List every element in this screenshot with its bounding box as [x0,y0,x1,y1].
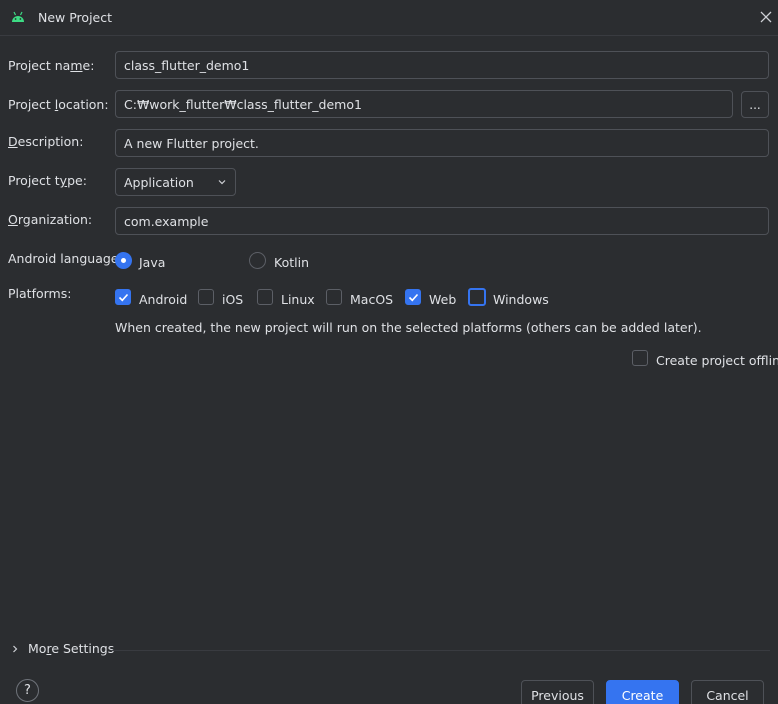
help-icon: ? [24,683,31,698]
project-location-label: Project location: [8,97,109,112]
cancel-button[interactable]: Cancel [691,680,764,704]
kotlin-radio[interactable] [249,252,266,269]
kotlin-label: Kotlin [274,255,309,270]
linux-checkbox[interactable] [257,289,273,305]
more-settings-label: More Settings [28,641,115,656]
check-icon [118,293,129,302]
platforms-label: Platforms: [8,286,72,301]
previous-button[interactable]: Previous [521,680,594,704]
more-settings-toggle[interactable]: More Settings [10,641,114,656]
macos-platform-label: MacOS [350,292,394,307]
window-title: New Project [38,10,113,25]
android-language-label: Android language: [8,251,123,266]
project-name-input[interactable]: class_flutter_demo1 [115,51,769,79]
project-type-label: Project type: [8,173,87,188]
title-bar: New Project [0,0,778,36]
macos-checkbox[interactable] [326,289,342,305]
java-label: Java [139,255,166,270]
windows-checkbox[interactable] [468,288,486,306]
project-type-select[interactable]: Application [115,168,236,196]
chevron-down-icon [218,180,226,185]
web-platform-label: Web [429,292,457,307]
description-label: Description: [8,134,84,149]
close-icon[interactable] [758,9,774,25]
android-icon [12,11,24,22]
help-button[interactable]: ? [16,679,39,702]
organization-input[interactable]: com.example [115,207,769,235]
ios-platform-label: iOS [222,292,244,307]
java-radio[interactable] [115,252,132,269]
linux-platform-label: Linux [281,292,315,307]
create-offline-label: Create project offline [656,353,778,368]
divider [112,650,770,651]
browse-location-button[interactable]: ... [741,91,769,118]
windows-platform-label: Windows [493,292,549,307]
create-button[interactable]: Create [606,680,679,704]
project-location-input[interactable]: C:₩work_flutter₩class_flutter_demo1 [115,90,733,118]
chevron-right-icon [13,645,18,652]
check-icon [408,293,419,302]
organization-label: Organization: [8,212,93,227]
android-platform-label: Android [139,292,188,307]
ios-checkbox[interactable] [198,289,214,305]
platforms-hint: When created, the new project will run o… [115,320,702,335]
project-name-label: Project name: [8,58,95,73]
create-offline-checkbox[interactable] [632,350,648,366]
web-checkbox[interactable] [405,289,421,305]
description-input[interactable]: A new Flutter project. [115,129,769,157]
android-checkbox[interactable] [115,289,131,305]
